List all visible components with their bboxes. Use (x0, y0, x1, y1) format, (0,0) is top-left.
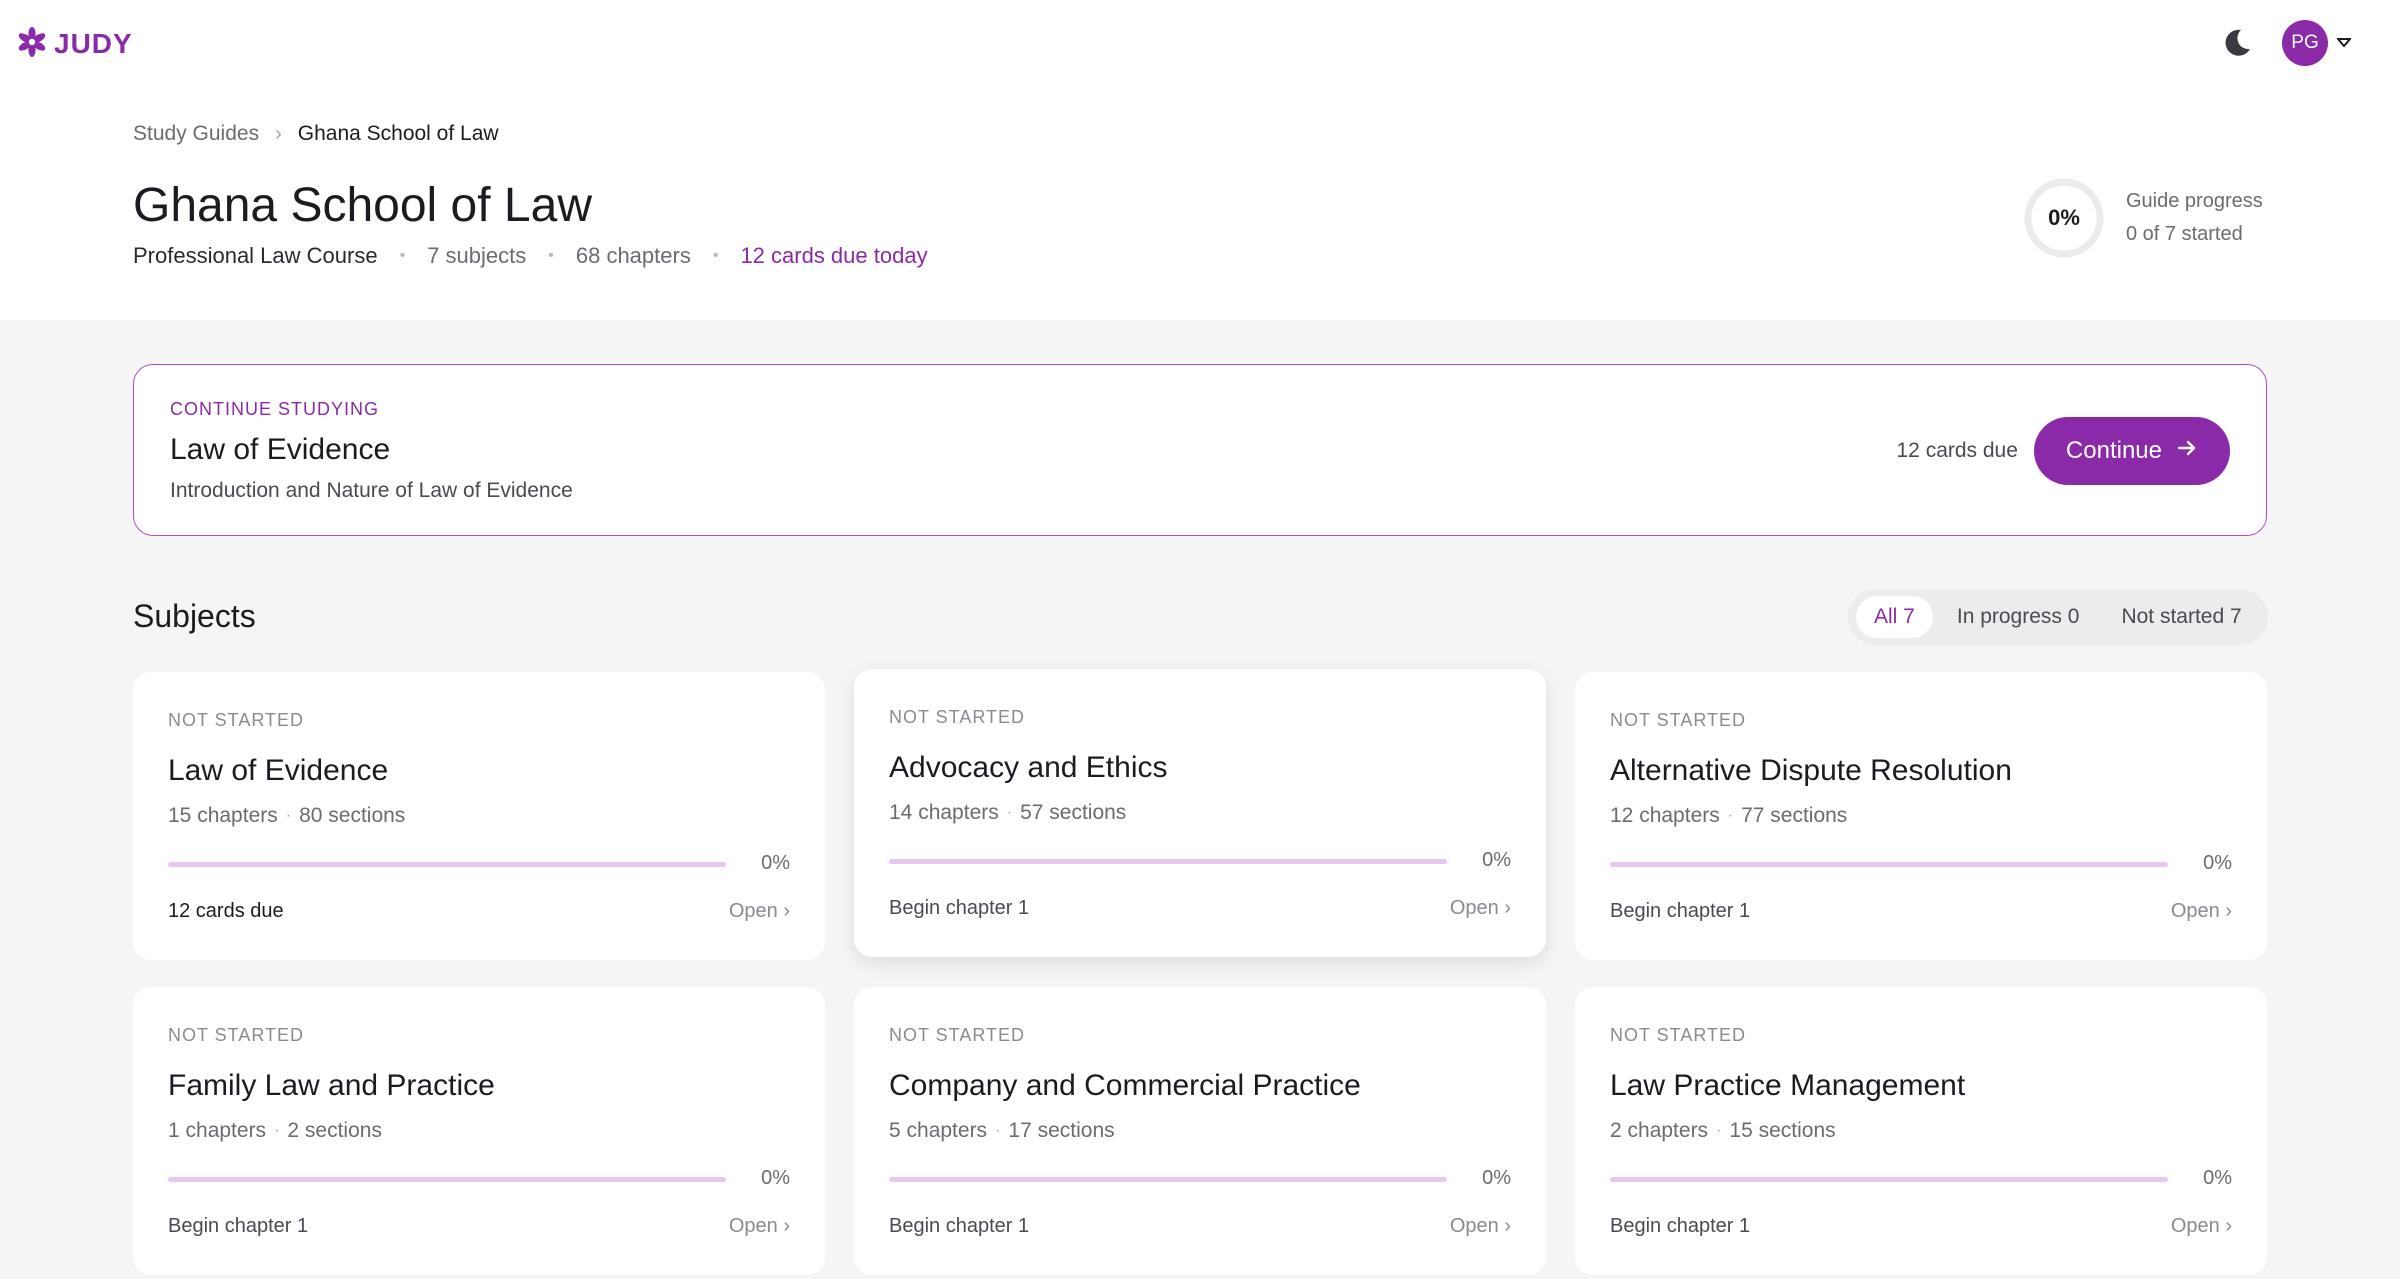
subject-title: Law Practice Management (1610, 1069, 1966, 1102)
subject-title: Alternative Dispute Resolution (1610, 754, 2012, 787)
progress-bar (1610, 862, 2168, 867)
brand-logo[interactable]: JUDY (16, 24, 133, 64)
open-link[interactable]: Open › (1450, 897, 1511, 920)
subject-card[interactable]: NOT STARTED Advocacy and Ethics 14 chapt… (854, 669, 1546, 957)
avatar[interactable]: PG (2282, 20, 2328, 66)
header-panel: JUDY PG Study Guides › Ghana School of L… (0, 0, 2400, 320)
meta-separator: · (1006, 804, 1013, 821)
section-count: 77 sections (1741, 804, 1848, 827)
subject-title: Company and Commercial Practice (889, 1069, 1361, 1102)
brand-name: JUDY (54, 28, 133, 59)
filter-not-started[interactable]: Not started 7 (2103, 596, 2259, 638)
card-footer-text: Begin chapter 1 (168, 1215, 309, 1237)
breadcrumb-current: Ghana School of Law (297, 122, 499, 145)
user-menu[interactable]: PG (2282, 20, 2352, 66)
breadcrumb-study-guides[interactable]: Study Guides (133, 122, 259, 146)
card-footer-text: Begin chapter 1 (889, 1215, 1030, 1237)
subject-title: Law of Evidence (168, 754, 389, 787)
continue-button-label: Continue (2065, 437, 2162, 464)
card-footer-text: Begin chapter 1 (889, 897, 1030, 919)
continue-cards-due: 12 cards due (1896, 439, 2018, 462)
section-count: 15 sections (1729, 1119, 1836, 1142)
section-count: 17 sections (1008, 1119, 1115, 1142)
open-link[interactable]: Open › (1450, 1215, 1511, 1238)
progress-percent: 0% (1482, 849, 1511, 871)
breadcrumb: Study Guides › Ghana School of Law (133, 122, 499, 146)
progress-percent: 0% (2048, 205, 2080, 230)
status-badge: NOT STARTED (1610, 710, 1747, 730)
chevron-right-icon: › (275, 122, 282, 145)
progress-bar (889, 1177, 1447, 1182)
card-footer-text: 12 cards due (168, 900, 284, 922)
progress-started: 0 of 7 started (2126, 223, 2243, 245)
section-count: 2 sections (287, 1119, 382, 1142)
status-badge: NOT STARTED (889, 1025, 1026, 1045)
subject-count: 7 subjects (427, 243, 527, 268)
open-link[interactable]: Open › (2171, 1215, 2232, 1238)
continue-title: Law of Evidence (170, 433, 391, 466)
meta-separator: • (548, 247, 554, 264)
meta-separator: · (1727, 807, 1734, 824)
status-badge: NOT STARTED (1610, 1025, 1747, 1045)
subject-title: Family Law and Practice (168, 1069, 495, 1102)
moon-icon[interactable] (2220, 26, 2254, 60)
status-badge: NOT STARTED (168, 710, 305, 730)
chapter-count: 15 chapters (168, 804, 278, 827)
card-footer-text: Begin chapter 1 (1610, 1215, 1751, 1237)
chevron-down-icon[interactable] (2336, 35, 2352, 51)
meta-separator: · (995, 1122, 1001, 1139)
progress-percent: 0% (761, 1167, 790, 1189)
guide-meta: Professional Law Course • 7 subjects • 6… (133, 243, 928, 269)
meta-separator: · (1716, 1122, 1722, 1139)
card-footer-text: Begin chapter 1 (1610, 900, 1751, 922)
continue-studying-card[interactable]: CONTINUE STUDYING Law of Evidence Introd… (133, 364, 2267, 536)
status-badge: NOT STARTED (168, 1025, 305, 1045)
subject-title: Advocacy and Ethics (889, 751, 1168, 784)
open-link[interactable]: Open › (729, 900, 790, 923)
progress-bar (168, 1177, 726, 1182)
open-link[interactable]: Open › (2171, 900, 2232, 923)
chapter-count: 14 chapters (889, 801, 999, 824)
open-link[interactable]: Open › (729, 1215, 790, 1238)
subject-card[interactable]: NOT STARTED Law of Evidence 15 chapters ·… (133, 672, 825, 960)
subject-card[interactable]: NOT STARTED Family Law and Practice 1 ch… (133, 987, 825, 1275)
progress-bar (889, 859, 1447, 864)
flower-icon (16, 26, 48, 63)
chapter-count: 68 chapters (575, 243, 691, 268)
subject-card[interactable]: NOT STARTED Law Practice Management 2 ch… (1575, 987, 2267, 1275)
subject-card[interactable]: NOT STARTED Company and Commercial Pract… (854, 987, 1546, 1275)
section-count: 80 sections (299, 804, 406, 827)
progress-percent: 0% (2203, 852, 2232, 874)
page-title: Ghana School of Law (133, 179, 592, 232)
continue-button[interactable]: Continue (2033, 417, 2230, 485)
chapter-count: 1 chapters (168, 1119, 267, 1142)
chapter-count: 12 chapters (1610, 804, 1720, 827)
progress-bar (168, 862, 726, 867)
filter-in-progress[interactable]: In progress 0 (1939, 596, 2098, 638)
progress-percent: 0% (1482, 1167, 1511, 1189)
filter-all[interactable]: All 7 (1856, 596, 1933, 638)
subject-card[interactable]: NOT STARTED Alternative Dispute Resoluti… (1575, 672, 2267, 960)
subject-filter-tabs: All 7 In progress 0 Not started 7 (1848, 589, 2268, 645)
guide-progress: 0% Guide progress 0 of 7 started (2022, 176, 2263, 260)
progress-label: Guide progress (2126, 190, 2263, 212)
chapter-count: 5 chapters (889, 1119, 988, 1142)
subjects-heading: Subjects (133, 598, 256, 634)
meta-separator: · (285, 807, 292, 824)
progress-ring: 0% (2022, 176, 2106, 260)
continue-eyebrow: CONTINUE STUDYING (170, 399, 380, 419)
status-badge: NOT STARTED (889, 707, 1026, 727)
progress-bar (1610, 1177, 2168, 1182)
meta-separator: · (274, 1122, 280, 1139)
cards-due-link[interactable]: 12 cards due today (740, 243, 927, 269)
progress-percent: 0% (2203, 1167, 2232, 1189)
progress-percent: 0% (761, 852, 790, 874)
course-name: Professional Law Course (133, 243, 378, 268)
meta-separator: • (399, 247, 406, 264)
arrow-right-icon (2176, 437, 2198, 466)
meta-separator: • (712, 247, 719, 264)
section-count: 57 sections (1020, 801, 1127, 824)
chapter-count: 2 chapters (1610, 1119, 1709, 1142)
continue-subtitle: Introduction and Nature of Law of Eviden… (170, 479, 573, 502)
